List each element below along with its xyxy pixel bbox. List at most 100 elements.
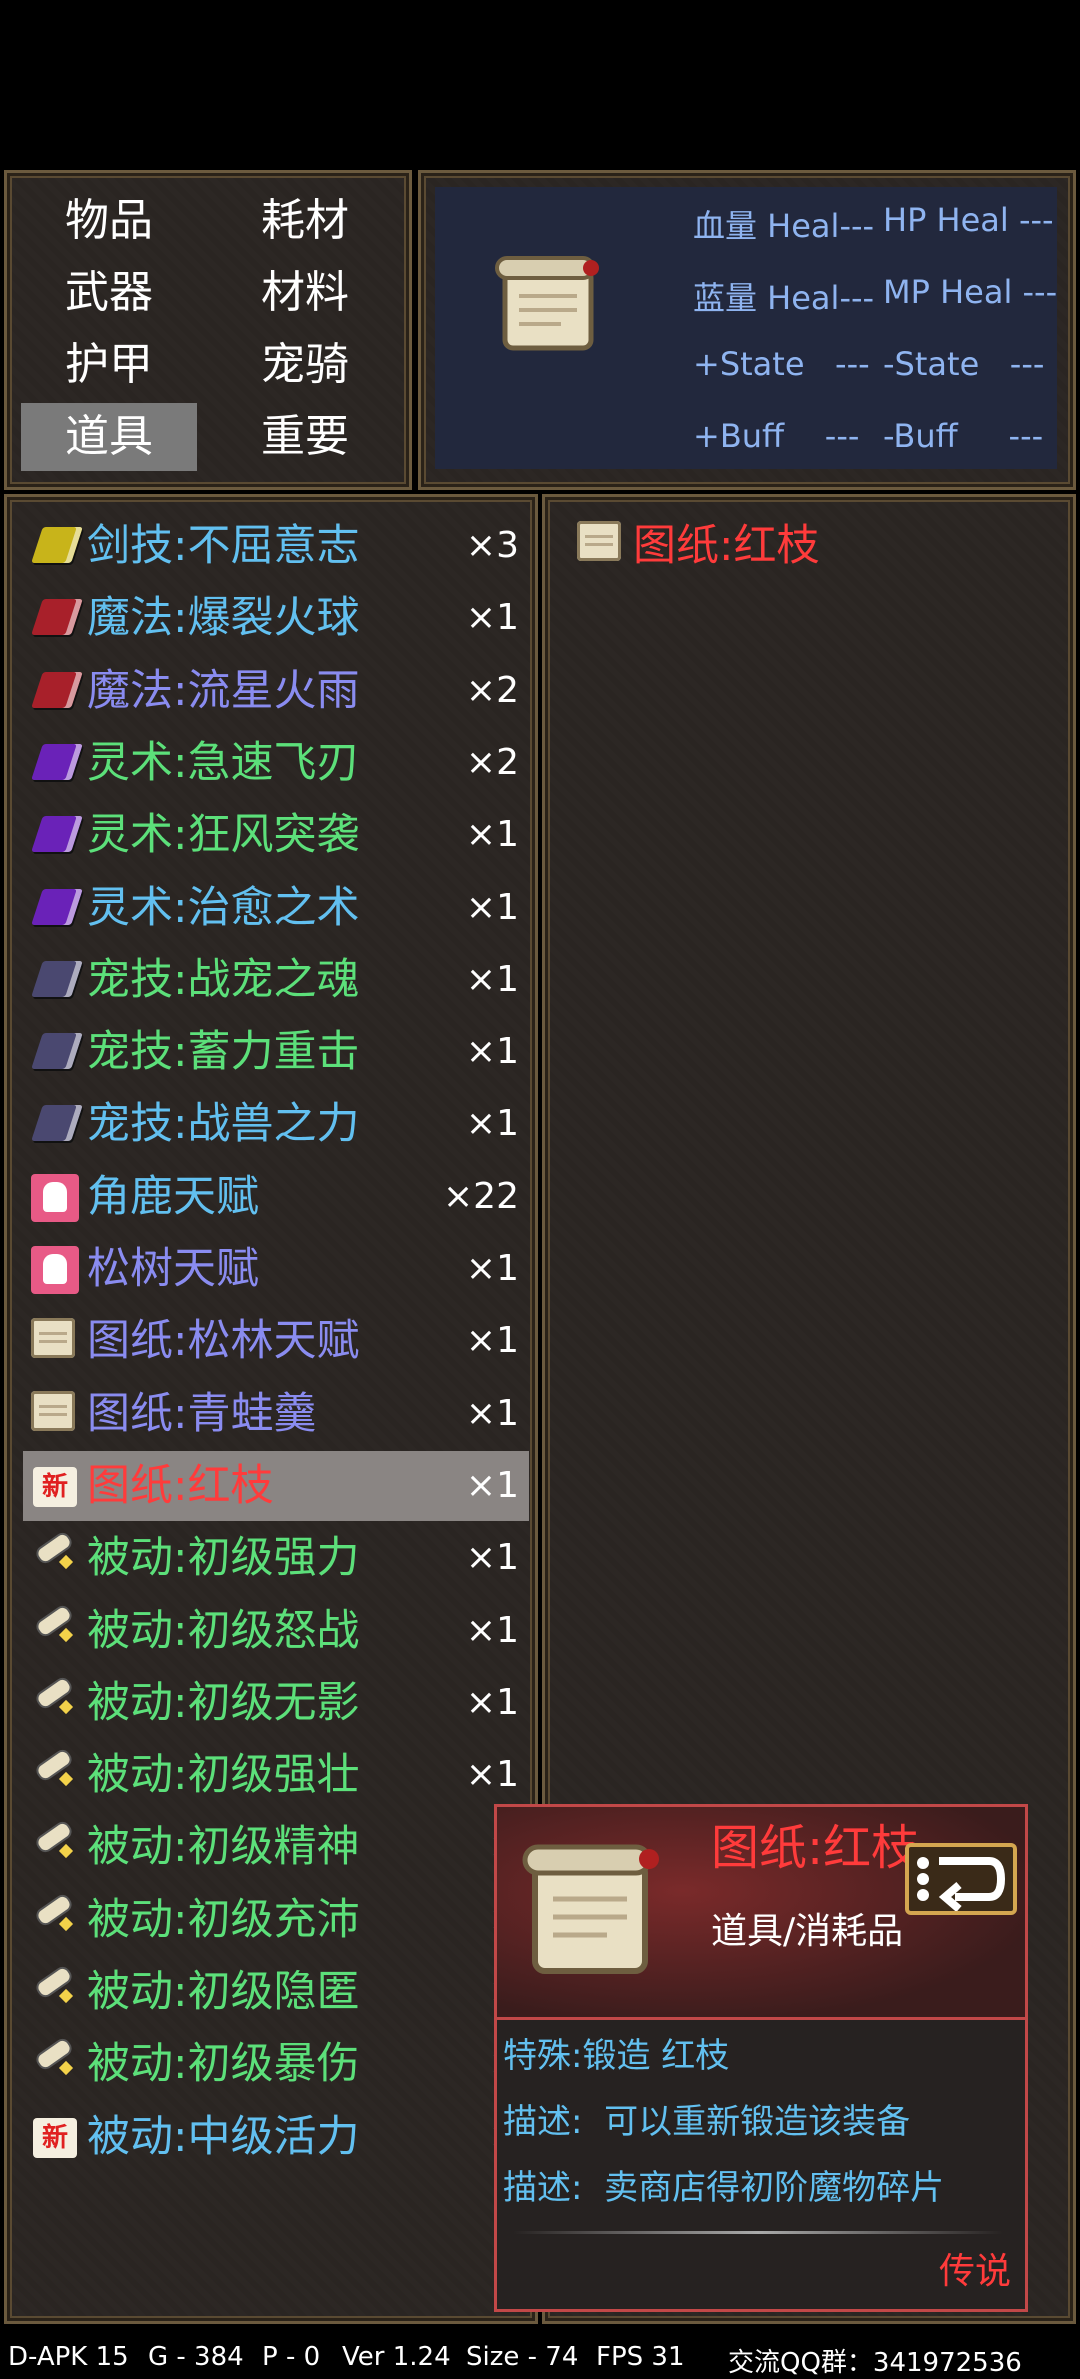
item-name: 图纸:松林天赋 [87,1316,360,1367]
item-name: 灵术:治愈之术 [87,882,360,933]
item-list-panel[interactable]: 剑技:不屈意志 ×3 魔法:爆裂火球 ×1 魔法:流星火雨 ×2 灵术:急速飞刃 ×2 灵术:狂… [4,494,538,2324]
item-row[interactable]: 被动:初级无影 ×1 [23,1668,529,1738]
item-name: 被动:初级强壮 [87,1750,360,1801]
minus-buff-label: -Buff --- [883,417,1044,455]
hp-heal-label: 血量 Heal--- [693,207,875,245]
item-count: ×1 [465,1320,519,1362]
purple-book-icon [31,740,83,786]
slate-book-icon [31,1029,83,1075]
mp-heal-label: 蓝量 Heal--- [693,279,875,317]
hp-heal-en-label: HP Heal --- [883,201,1054,239]
plus-buff-value: --- [824,417,860,455]
item-row[interactable]: 角鹿天赋 ×22 [23,1162,529,1232]
passive-scroll-icon [31,2041,81,2087]
item-stats-panel: 血量 Heal--- HP Heal --- 蓝量 Heal--- MP Hea… [418,170,1076,490]
talent-icon [31,1246,81,1294]
new-badge-icon: 新 [31,2114,81,2160]
purple-book-icon [31,885,83,931]
detail-scroll-icon [577,521,621,561]
item-count: ×1 [465,886,519,928]
tooltip-desc-1: 描述: 可以重新锻造该装备 [503,2102,911,2142]
hp-heal-en-value: --- [1018,201,1054,239]
item-name: 宠技:战宠之魂 [87,954,360,1005]
item-count: ×2 [465,741,519,783]
talent-icon [31,1173,81,1222]
item-row[interactable]: 宠技:蓄力重击 ×1 [23,1017,529,1087]
category-tab[interactable]: 耗材 [217,187,393,255]
tooltip-item-name: 图纸:红枝 [711,1820,920,1876]
scroll-icon [31,1318,81,1364]
item-row[interactable]: 剑技:不屈意志 ×3 [23,511,529,581]
swap-arrow-icon [917,1857,1006,1913]
tooltip-item-icon [517,1829,667,1989]
item-row[interactable]: 被动:初级暴伤× [23,2029,529,2099]
swap-button[interactable] [905,1843,1017,1915]
item-name: 被动:中级活力 [87,2111,360,2162]
item-name: 图纸:青蛙羹 [87,1388,317,1439]
fps-label: FPS 31 [596,2342,685,2372]
passive-scroll-icon [31,1608,81,1654]
item-row[interactable]: 新图纸:红枝 ×1 [23,1450,529,1521]
item-row[interactable]: 被动:初级精神× [23,1812,529,1882]
build-label: D-APK 15 [8,2342,129,2372]
item-row[interactable]: 新被动:中级活力× [23,2102,529,2172]
mp-heal-en-value: --- [1022,273,1058,311]
item-name: 图纸:红枝 [87,1460,274,1511]
item-count: ×3 [465,525,519,566]
item-row[interactable]: 灵术:狂风突袭 ×1 [23,800,529,870]
passive-scroll-icon [31,1752,81,1798]
category-tab[interactable]: 道具 [21,403,197,471]
item-count: ×1 [465,814,519,856]
item-row[interactable]: 被动:初级强壮 ×1 [23,1740,529,1810]
category-tab[interactable]: 武器 [21,259,197,327]
passive-scroll-icon [31,1535,81,1581]
red-book-icon [31,668,83,714]
category-panel: 物品 耗材 武器 材料 护甲 宠骑 道具 重要 [4,170,412,490]
item-row[interactable]: 宠技:战宠之魂 ×1 [23,945,529,1015]
item-row[interactable]: 灵术:急速飞刃 ×2 [23,728,529,798]
category-tab[interactable]: 物品 [21,187,197,255]
item-name: 被动:初级强力 [87,1533,360,1584]
item-row[interactable]: 松树天赋 ×1 [23,1234,529,1304]
item-count: ×1 [465,958,519,1000]
item-row[interactable]: 宠技:战兽之力 ×1 [23,1089,529,1159]
item-row[interactable]: 被动:初级隐匿× [23,1957,529,2027]
tooltip-item-type: 道具/消耗品 [711,1911,904,1952]
item-tooltip: 图纸:红枝 道具/消耗品 特殊:锻造 红枝 描述: 可以重新锻造该装备 描述: … [494,1804,1028,2312]
category-tab[interactable]: 材料 [217,259,393,327]
passive-scroll-icon [31,1680,81,1726]
item-count: ×1 [465,1031,519,1073]
item-row[interactable]: 图纸:松林天赋 ×1 [23,1306,529,1376]
item-count: ×1 [465,1681,519,1723]
plus-buff-label: +Buff --- [693,417,860,455]
item-count: ×1 [465,597,519,639]
item-row[interactable]: 灵术:治愈之术 ×1 [23,873,529,943]
item-name: 角鹿天赋 [87,1171,259,1222]
item-name: 剑技:不屈意志 [87,521,360,571]
qq-group-label: 交流QQ群：341972536 [728,2348,1022,2378]
item-row[interactable]: 被动:初级怒战 ×1 [23,1596,529,1666]
item-row[interactable]: 魔法:爆裂火球 ×1 [23,583,529,653]
category-tab[interactable]: 重要 [217,403,393,471]
passive-scroll-icon [31,1969,81,2015]
item-name: 被动:初级怒战 [87,1605,360,1656]
item-row[interactable]: 魔法:流星火雨 ×2 [23,656,529,726]
item-count: ×1 [465,1248,519,1289]
size-label: Size - 74 [466,2342,579,2372]
category-tab[interactable]: 宠骑 [217,331,393,399]
item-count: ×1 [465,1464,519,1506]
item-name: 被动:初级精神 [87,1822,360,1873]
item-name: 灵术:急速飞刃 [87,737,360,788]
item-name: 被动:初级隐匿 [87,1967,360,2017]
plus-state-value: --- [835,345,870,383]
red-book-icon [31,595,83,641]
minus-state-value: --- [1009,345,1045,383]
item-name: 松树天赋 [87,1244,259,1294]
item-name: 灵术:狂风突袭 [87,810,360,861]
item-row[interactable]: 被动:初级强力 ×1 [23,1523,529,1593]
item-row[interactable]: 图纸:青蛙羹 ×1 [23,1379,529,1449]
passive-scroll-icon [31,1897,81,1943]
category-tab[interactable]: 护甲 [21,331,197,399]
item-row[interactable]: 被动:初级充沛× [23,1885,529,1955]
item-count: ×1 [465,1537,519,1579]
